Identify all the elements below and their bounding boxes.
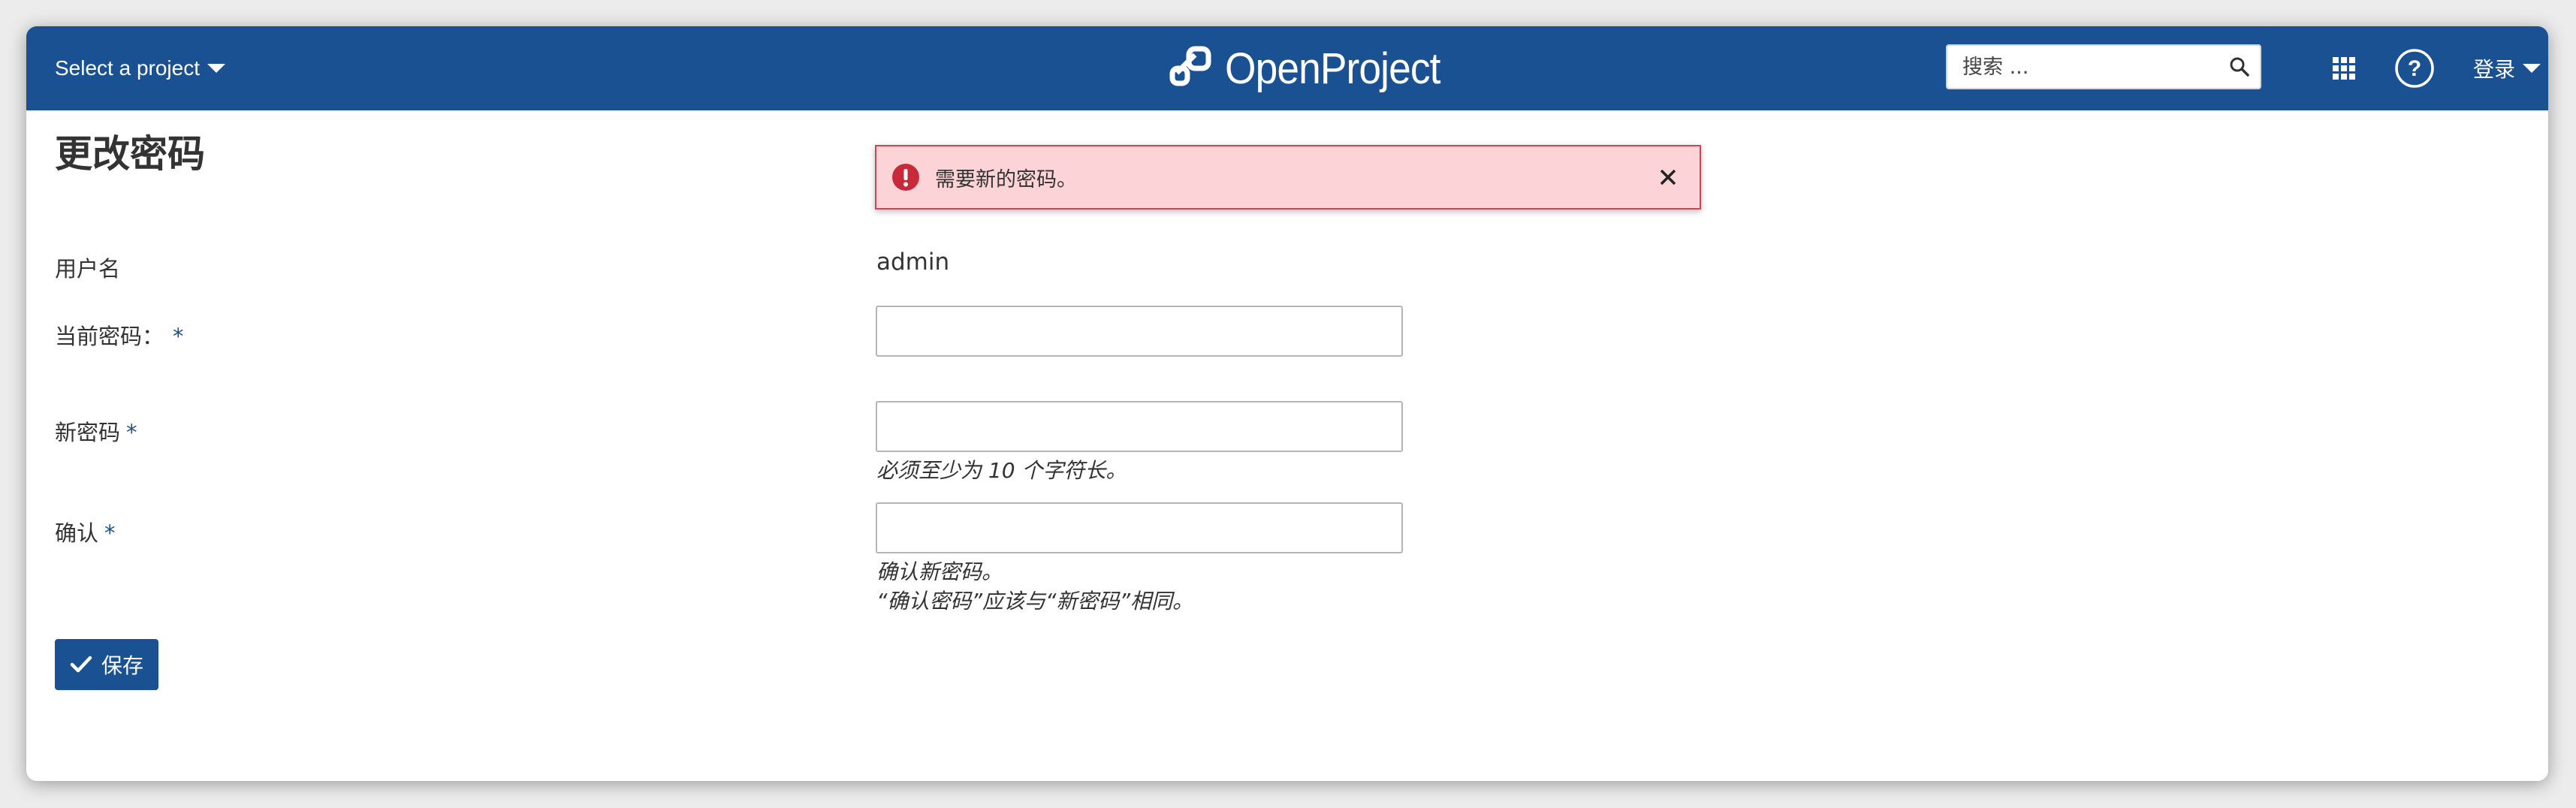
new-password-hint: 必须至少为 10 个字符长。 xyxy=(876,458,1127,483)
new-password-field[interactable] xyxy=(876,401,1403,452)
login-label: 登录 xyxy=(2473,57,2516,82)
search-button[interactable] xyxy=(2219,46,2260,88)
caret-down-icon xyxy=(2523,64,2541,73)
required-marker: * xyxy=(104,520,116,546)
current-password-label: 当前密码： * xyxy=(55,319,184,351)
confirm-password-hint: 确认新密码。 xyxy=(876,559,1003,584)
openproject-logo[interactable]: OpenProject xyxy=(1166,41,1458,95)
close-flash-button[interactable] xyxy=(1647,156,1689,198)
project-select-label: Select a project xyxy=(55,56,200,80)
confirm-password-field[interactable] xyxy=(876,502,1403,553)
app-window: Select a project OpenProject 搜索 ... ? 登录… xyxy=(26,26,2548,781)
username-value: admin xyxy=(876,249,950,276)
close-icon xyxy=(1660,169,1676,185)
new-password-label: 新密码 * xyxy=(55,415,137,447)
confirm-password-label: 确认 * xyxy=(55,516,116,547)
required-marker: * xyxy=(126,420,137,445)
top-navigation-bar: Select a project OpenProject 搜索 ... ? 登录 xyxy=(26,26,2548,110)
grid-icon xyxy=(2333,57,2355,80)
search-icon xyxy=(2230,57,2249,77)
current-password-label-text: 当前密码： xyxy=(55,324,164,349)
openproject-logo-icon xyxy=(1169,46,1211,86)
new-password-label-text: 新密码 xyxy=(55,420,121,445)
confirm-password-match-hint: “确认密码”应该与“新密码”相同。 xyxy=(876,589,1194,614)
logo-text: OpenProject xyxy=(1225,44,1440,93)
login-menu-button[interactable]: 登录 xyxy=(2473,53,2541,83)
username-label-text: 用户名 xyxy=(55,256,121,282)
error-flash-message: 需要新的密码。 xyxy=(875,145,1701,210)
caret-down-icon xyxy=(207,64,225,73)
current-password-field[interactable] xyxy=(876,306,1403,357)
page-title: 更改密码 xyxy=(55,132,205,176)
confirm-password-label-text: 确认 xyxy=(55,520,99,546)
modules-menu-button[interactable] xyxy=(2327,52,2360,85)
help-button[interactable]: ? xyxy=(2394,47,2436,89)
project-select-dropdown[interactable]: Select a project xyxy=(55,53,225,83)
search-input[interactable] xyxy=(1947,46,2219,88)
error-circle-icon xyxy=(892,164,919,191)
save-button-label: 保存 xyxy=(101,653,143,678)
save-button[interactable]: 保存 xyxy=(55,639,158,690)
global-search xyxy=(1946,44,2261,89)
svg-text:?: ? xyxy=(2408,56,2421,81)
required-marker: * xyxy=(173,324,184,349)
flash-message-text: 需要新的密码。 xyxy=(935,167,1077,191)
checkmark-icon xyxy=(70,656,92,673)
username-label: 用户名 xyxy=(55,252,120,283)
help-icon: ? xyxy=(2395,49,2434,88)
